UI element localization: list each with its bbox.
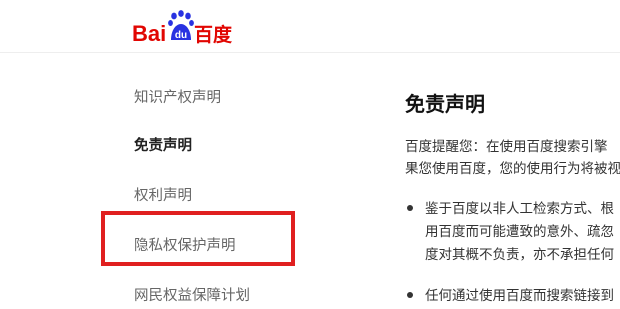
bullet-1-line-1: 鉴于百度以非人工检索方式、根: [425, 201, 614, 217]
sidebar-item-user-rights-plan[interactable]: 网民权益保障计划: [134, 284, 250, 305]
page: Bai du 百度 知识产权声明 免责声明 权利声明 隐私权保护声明 网民权益保…: [0, 0, 620, 309]
bullet-2-line-1: 任何通过使用百度而搜索链接到: [425, 288, 614, 304]
paw-icon: du: [168, 10, 194, 41]
main-content: 免责声明 百度提醒您：在使用百度搜索引擎 果您使用百度，您的使用行为将被视 鉴于…: [405, 52, 620, 309]
bullet-dot: [407, 292, 413, 298]
page-title: 免责声明: [405, 92, 485, 116]
header: Bai du 百度: [0, 0, 620, 53]
baidu-logo[interactable]: Bai du 百度: [132, 10, 242, 46]
highlight-box: [101, 211, 295, 266]
sidebar-item-ip-statement[interactable]: 知识产权声明: [134, 86, 221, 107]
intro-line-2: 果您使用百度，您的使用行为将被视: [405, 161, 620, 177]
logo-text-du: du: [175, 30, 187, 41]
intro-line-1: 百度提醒您：在使用百度搜索引擎: [405, 139, 608, 155]
sidebar-item-disclaimer[interactable]: 免责声明: [134, 134, 192, 155]
logo-text-cn: 百度: [194, 23, 233, 46]
bullet-1-line-2: 用百度而可能遭致的意外、疏忽: [425, 224, 614, 240]
bullet-dot: [407, 205, 413, 211]
bullet-1-line-3: 度对其概不负责，亦不承担任何: [425, 247, 614, 263]
sidebar-item-rights-statement[interactable]: 权利声明: [134, 184, 192, 205]
baidu-logo-graphic: Bai du 百度: [132, 10, 233, 46]
sidebar-nav: 知识产权声明 免责声明 权利声明 隐私权保护声明 网民权益保障计划: [0, 52, 360, 309]
logo-text-bai: Bai: [132, 21, 166, 46]
